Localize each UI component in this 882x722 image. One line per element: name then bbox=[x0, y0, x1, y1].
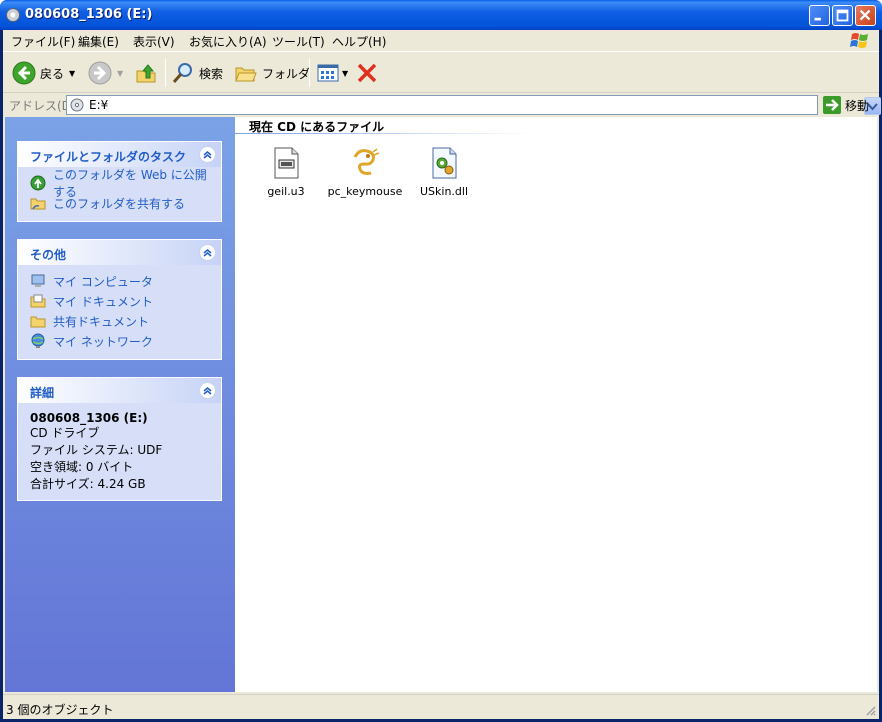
link-my-documents-label: マイ ドキュメント bbox=[53, 294, 153, 309]
minimize-button[interactable] bbox=[809, 5, 830, 26]
menu-tools[interactable]: ツール(T) bbox=[272, 33, 325, 50]
views-icon bbox=[317, 64, 339, 82]
menu-view[interactable]: 表示(V) bbox=[133, 33, 175, 50]
collapse-icon[interactable] bbox=[199, 244, 216, 261]
cd-drive-icon bbox=[6, 8, 20, 22]
go-button[interactable]: 移動 bbox=[823, 95, 869, 115]
window-body: ファイル(F) 編集(E) 表示(V) お気に入り(A) ツール(T) ヘルプ(… bbox=[3, 30, 881, 719]
status-bar: 3 個のオブジェクト bbox=[3, 694, 879, 719]
menu-bar: ファイル(F) 編集(E) 表示(V) お気に入り(A) ツール(T) ヘルプ(… bbox=[3, 30, 879, 52]
file-name: geil.u3 bbox=[267, 185, 305, 198]
close-button[interactable] bbox=[855, 5, 876, 26]
search-button[interactable]: 検索 bbox=[171, 59, 223, 87]
shared-folder-icon bbox=[30, 198, 46, 210]
maximize-button[interactable] bbox=[832, 5, 853, 26]
details-drive-type: CD ドライブ bbox=[30, 426, 100, 440]
menu-help[interactable]: ヘルプ(H) bbox=[332, 33, 386, 50]
back-button[interactable]: 戻る ▼ bbox=[12, 59, 75, 87]
other-panel-title: その他 bbox=[30, 248, 67, 262]
file-item[interactable]: pc_keymouse bbox=[322, 147, 408, 198]
my-computer-icon bbox=[31, 274, 45, 287]
collapse-icon[interactable] bbox=[199, 382, 216, 399]
link-my-computer[interactable]: マイ コンピュータ bbox=[30, 271, 211, 291]
other-places-panel: その他 マイ コンピュータ マイ ドキュメント 共有ドキュメント マイ ネットワ… bbox=[17, 239, 222, 360]
unknown-file-icon bbox=[270, 147, 302, 179]
file-item[interactable]: USkin.dll bbox=[401, 147, 487, 198]
other-panel-header[interactable]: その他 bbox=[18, 240, 221, 265]
details-free-space: 空き領域: 0 バイト bbox=[30, 460, 134, 474]
forward-button[interactable]: ▼ bbox=[88, 59, 123, 87]
link-my-network[interactable]: マイ ネットワーク bbox=[30, 331, 211, 351]
tasks-panel-title: ファイルとフォルダのタスク bbox=[30, 150, 187, 164]
menu-file[interactable]: ファイル(F) bbox=[11, 33, 75, 50]
explorer-window: 080608_1306 (E:) ファイル(F) 編集(E) 表示(V) お気に… bbox=[0, 0, 882, 722]
back-arrow-icon bbox=[12, 61, 36, 85]
address-bar: アドレス(D) E:¥ 移動 bbox=[3, 94, 881, 116]
collapse-icon[interactable] bbox=[199, 146, 216, 163]
file-name: pc_keymouse bbox=[327, 185, 403, 198]
go-label: 移動 bbox=[845, 98, 870, 113]
back-label: 戻る bbox=[40, 66, 65, 81]
task-share-folder-label: このフォルダを共有する bbox=[53, 196, 186, 211]
group-divider bbox=[235, 133, 535, 134]
delete-x-icon bbox=[357, 63, 377, 83]
link-shared-documents-label: 共有ドキュメント bbox=[53, 314, 150, 329]
title-bar[interactable]: 080608_1306 (E:) bbox=[0, 0, 882, 30]
details-panel-title: 詳細 bbox=[30, 386, 55, 400]
search-label: 検索 bbox=[199, 66, 224, 81]
details-panel: 詳細 080608_1306 (E:) CD ドライブ ファイル システム: U… bbox=[17, 377, 222, 501]
link-my-network-label: マイ ネットワーク bbox=[53, 334, 153, 349]
search-icon bbox=[172, 63, 192, 83]
details-filesystem: ファイル システム: UDF bbox=[30, 443, 163, 457]
folders-button[interactable]: フォルダ bbox=[234, 59, 310, 87]
link-shared-documents[interactable]: 共有ドキュメント bbox=[30, 311, 211, 331]
up-folder-button[interactable] bbox=[134, 59, 158, 87]
toolbar-separator bbox=[165, 59, 166, 87]
file-view[interactable]: 現在 CD にあるファイル geil.u3 pc_keymouse USkin.… bbox=[235, 117, 877, 692]
dragon-app-icon bbox=[349, 147, 381, 179]
details-total-size: 合計サイズ: 4.24 GB bbox=[30, 477, 146, 491]
up-folder-icon bbox=[136, 64, 156, 83]
views-dropdown-icon[interactable]: ▼ bbox=[342, 69, 348, 78]
file-folder-tasks-panel: ファイルとフォルダのタスク このフォルダを Web に公開する このフォルダを共… bbox=[17, 141, 222, 222]
back-dropdown-icon[interactable]: ▼ bbox=[69, 69, 75, 78]
task-pane: ファイルとフォルダのタスク このフォルダを Web に公開する このフォルダを共… bbox=[5, 117, 235, 692]
menu-edit[interactable]: 編集(E) bbox=[78, 33, 119, 50]
status-object-count: 3 個のオブジェクト bbox=[6, 703, 114, 717]
details-drive-name: 080608_1306 (E:) bbox=[30, 411, 148, 425]
views-button[interactable]: ▼ bbox=[316, 59, 348, 87]
dll-file-icon bbox=[428, 147, 460, 179]
cd-drive-icon bbox=[70, 98, 84, 112]
my-documents-icon bbox=[30, 294, 46, 308]
file-name: USkin.dll bbox=[419, 185, 469, 198]
forward-arrow-icon bbox=[88, 61, 112, 85]
menu-favorites[interactable]: お気に入り(A) bbox=[189, 33, 267, 50]
standard-toolbar: 戻る ▼ ▼ 検索 フォルダ ▼ bbox=[3, 53, 879, 93]
globe-icon bbox=[30, 175, 46, 191]
link-my-computer-label: マイ コンピュータ bbox=[53, 274, 153, 289]
folder-icon bbox=[30, 316, 46, 328]
windows-logo-icon bbox=[850, 33, 868, 48]
task-publish-web[interactable]: このフォルダを Web に公開する bbox=[30, 168, 211, 199]
folders-icon bbox=[235, 67, 257, 82]
details-panel-header[interactable]: 詳細 bbox=[18, 378, 221, 403]
delete-button[interactable] bbox=[355, 59, 379, 87]
resize-grip-icon[interactable] bbox=[864, 704, 876, 716]
forward-dropdown-icon[interactable]: ▼ bbox=[117, 69, 123, 78]
network-globe-icon bbox=[31, 333, 45, 348]
task-share-folder[interactable]: このフォルダを共有する bbox=[30, 193, 211, 213]
toolbar-separator bbox=[309, 59, 310, 87]
window-title: 080608_1306 (E:) bbox=[25, 7, 153, 22]
go-arrow-icon bbox=[823, 96, 841, 114]
address-value: E:¥ bbox=[89, 98, 109, 112]
file-item[interactable]: geil.u3 bbox=[243, 147, 329, 198]
link-my-documents[interactable]: マイ ドキュメント bbox=[30, 291, 211, 311]
folders-label: フォルダ bbox=[262, 66, 311, 81]
tasks-panel-header[interactable]: ファイルとフォルダのタスク bbox=[18, 142, 221, 167]
address-input[interactable]: E:¥ bbox=[66, 95, 881, 115]
